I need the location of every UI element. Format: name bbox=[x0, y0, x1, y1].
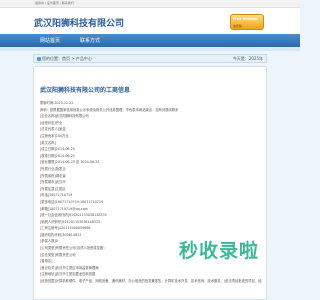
info-line: [电话]18071710719 bbox=[40, 193, 73, 198]
info-line: [所属省份]湖北省 bbox=[40, 173, 66, 178]
info-line: [邮箱]18071710719@qq.com bbox=[40, 206, 88, 211]
badge-sublabel: 免费版 bbox=[233, 24, 243, 28]
info-line: [更多电话]18071710719;18071710719 bbox=[40, 199, 104, 204]
site-logo-title[interactable]: 武汉阳狮科技有限公司 bbox=[34, 16, 124, 29]
info-line: [所属区县]江夏区 bbox=[40, 186, 66, 191]
site-header: 武汉阳狮科技有限公司 Free Version 免费版 bbox=[0, 8, 300, 34]
current-date: 今天是：2025年 bbox=[232, 56, 263, 61]
main-content: 武汉阳狮科技有限公司的工商信息 更新时间:2025-12-22 声明：是根据国家… bbox=[33, 66, 267, 300]
info-line: 声明：是根据国家信用信息公示系统及相关公开信息整理，不代表本网站观点，如有问题请… bbox=[40, 107, 179, 112]
info-line: [法定代表人]吴金 bbox=[40, 127, 66, 132]
page-title: 武汉阳狮科技有限公司的工商信息 bbox=[40, 87, 131, 94]
banner-strip bbox=[0, 47, 300, 51]
info-line: [统一社会信用代码]914201153036148335 bbox=[40, 213, 107, 218]
info-line: [经营范围]计算机软硬件、电子产品、网络设备、通讯器材、办公用品的批发兼零售；计… bbox=[40, 279, 262, 284]
info-line: [核准日期]2014-06-25 bbox=[40, 153, 75, 158]
info-line: [企业名称]武汉阳狮科技有限公司 bbox=[40, 114, 89, 119]
watermark-logo: 秒收录啦 bbox=[179, 240, 260, 262]
badge-label: Free Version bbox=[233, 17, 258, 21]
breadcrumb-path: 您的位置：首页 > 产品中心 bbox=[37, 56, 92, 62]
info-line: [登记机关]武汉市江夏区市场监督管理局 bbox=[40, 265, 99, 270]
info-line: [所属行业]批发业 bbox=[40, 166, 66, 171]
breadcrumb: 您的位置：首页 > 产品中心 今天是：2025年 bbox=[33, 54, 267, 63]
nav-home[interactable]: 网站首页 bbox=[40, 37, 60, 44]
home-icon bbox=[37, 57, 41, 61]
info-line: [经营状态]开业 bbox=[40, 120, 63, 125]
info-line: 更新时间:2025-12-22 bbox=[40, 101, 74, 105]
info-line: [注册资本]100万元 bbox=[40, 133, 69, 138]
info-line: [纳税人识别号]914201153036148335 bbox=[40, 219, 101, 224]
main-nav: 网站首页 联系方式 bbox=[0, 34, 300, 47]
info-line: [工商注册号]420115000059666 bbox=[40, 226, 91, 231]
top-links[interactable]: 加载中 | 设为首页 | 联系我们 bbox=[35, 1, 74, 5]
info-line: [所属城市]武汉市 bbox=[40, 180, 66, 185]
info-line: [营业期限]2014-06-25 至 2034-06-24 bbox=[40, 160, 100, 165]
breadcrumb-text[interactable]: 您的位置：首页 > 产品中心 bbox=[42, 56, 92, 61]
info-line: [成立日期]2014-06-25 bbox=[40, 147, 75, 152]
info-line: [注册地址]武汉市江夏区藏龙岛科技园 bbox=[40, 272, 96, 277]
info-line: [英文名称] bbox=[40, 140, 56, 145]
nav-contact[interactable]: 联系方式 bbox=[80, 37, 100, 44]
top-utility-bar: 加载中 | 设为首页 | 联系我们 bbox=[0, 0, 300, 8]
free-version-badge: Free Version 免费版 bbox=[230, 14, 264, 30]
